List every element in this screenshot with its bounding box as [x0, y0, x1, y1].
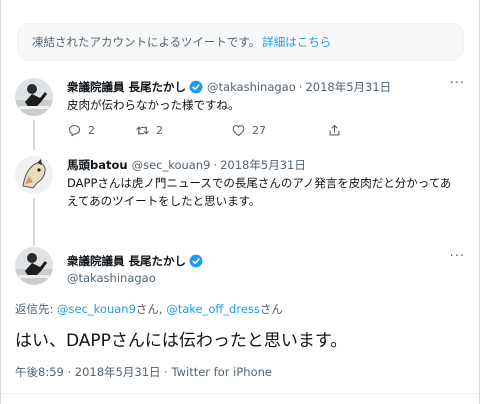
more-icon[interactable]: ··· [450, 76, 465, 91]
thread-line [33, 198, 35, 246]
separator: · [213, 158, 218, 172]
replying-to: 返信先: @sec_kouan9さん, @take_off_dressさん [15, 301, 283, 317]
reply-joiner: さん, [135, 302, 167, 316]
meta-separator: · [160, 365, 172, 379]
reply-count: 2 [88, 124, 95, 137]
tweet-actions: 2 2 27 [67, 123, 348, 138]
meta-separator: · [63, 365, 75, 379]
reply-icon [68, 124, 81, 137]
main-display-name[interactable]: 衆議院議員 長尾たかし [67, 253, 186, 269]
avatar[interactable] [15, 156, 53, 194]
thread-line [33, 120, 35, 150]
tweet-date[interactable]: 2018年5月31日 [305, 79, 391, 95]
reply-suffix: さん [259, 302, 283, 316]
share-button[interactable] [327, 123, 348, 138]
tweet-text-line-1: DAPPさんは虎ノ門ニュースでの長尾さんのアノ発言を皮肉だと分かってあ [67, 176, 452, 190]
main-tweet-text: はい、DAPPさんには伝わったと思います。 [15, 331, 348, 351]
tweet-client[interactable]: Twitter for iPhone [171, 365, 272, 379]
tweet-detail-panel: 凍結されたアカウントによるツイートです。 詳細はこちら 衆議院議員 長尾たかし … [0, 0, 480, 404]
main-tweet-avatar[interactable] [15, 247, 53, 285]
display-name[interactable]: 衆議院議員 長尾たかし [67, 79, 186, 95]
retweet-icon [136, 126, 149, 135]
parent-tweet-2[interactable]: 馬頭batou @sec_kouan9 · 2018年5月31日 DAPPさんは… [1, 152, 479, 246]
tweet-full-date[interactable]: 2018年5月31日 [75, 365, 161, 379]
tweet-time[interactable]: 午後8:59 [15, 365, 64, 379]
notice-text: 凍結されたアカウントによるツイートです。 [32, 35, 261, 49]
tweet-text: 皮肉が伝わらなかった様ですね。 [67, 98, 240, 112]
tweet-date[interactable]: 2018年5月31日 [220, 157, 306, 173]
reply-to-link-1[interactable]: @sec_kouan9 [57, 302, 136, 316]
replying-label: 返信先: [15, 302, 58, 316]
tweet-metadata: 午後8:59 · 2018年5月31日 · Twitter for iPhone [15, 364, 272, 380]
handle[interactable]: @takashinagao [207, 80, 296, 94]
learn-more-link[interactable]: 詳細はこちら [262, 34, 331, 50]
like-button[interactable]: 27 [231, 123, 327, 138]
display-name[interactable]: 馬頭batou [67, 157, 128, 173]
main-handle[interactable]: @takashinagao [67, 271, 156, 285]
reply-button[interactable]: 2 [67, 123, 135, 138]
share-icon [329, 124, 340, 136]
handle[interactable]: @sec_kouan9 [132, 158, 211, 172]
tweet-text-line-2: えてあのツイートをしたと思います。 [67, 194, 261, 208]
retweet-button[interactable]: 2 [135, 123, 231, 138]
avatar[interactable] [15, 78, 53, 116]
retweet-count: 2 [156, 124, 163, 137]
like-count: 27 [252, 124, 266, 137]
verified-badge-icon [189, 80, 203, 94]
reply-to-link-2[interactable]: @take_off_dress [166, 302, 260, 316]
like-icon [232, 125, 245, 137]
tweet-text: DAPPさんは虎ノ門ニュースでの長尾さんのアノ発言を皮肉だと分かってあ えてあの… [67, 174, 467, 210]
more-icon[interactable]: ··· [450, 249, 465, 264]
divider [1, 393, 479, 394]
separator: · [298, 80, 303, 94]
verified-badge-icon [189, 254, 203, 268]
parent-tweet-1[interactable]: 衆議院議員 長尾たかし @takashinagao · 2018年5月31日 ·… [1, 72, 479, 152]
suspended-account-notice: 凍結されたアカウントによるツイートです。 詳細はこちら [17, 23, 464, 61]
